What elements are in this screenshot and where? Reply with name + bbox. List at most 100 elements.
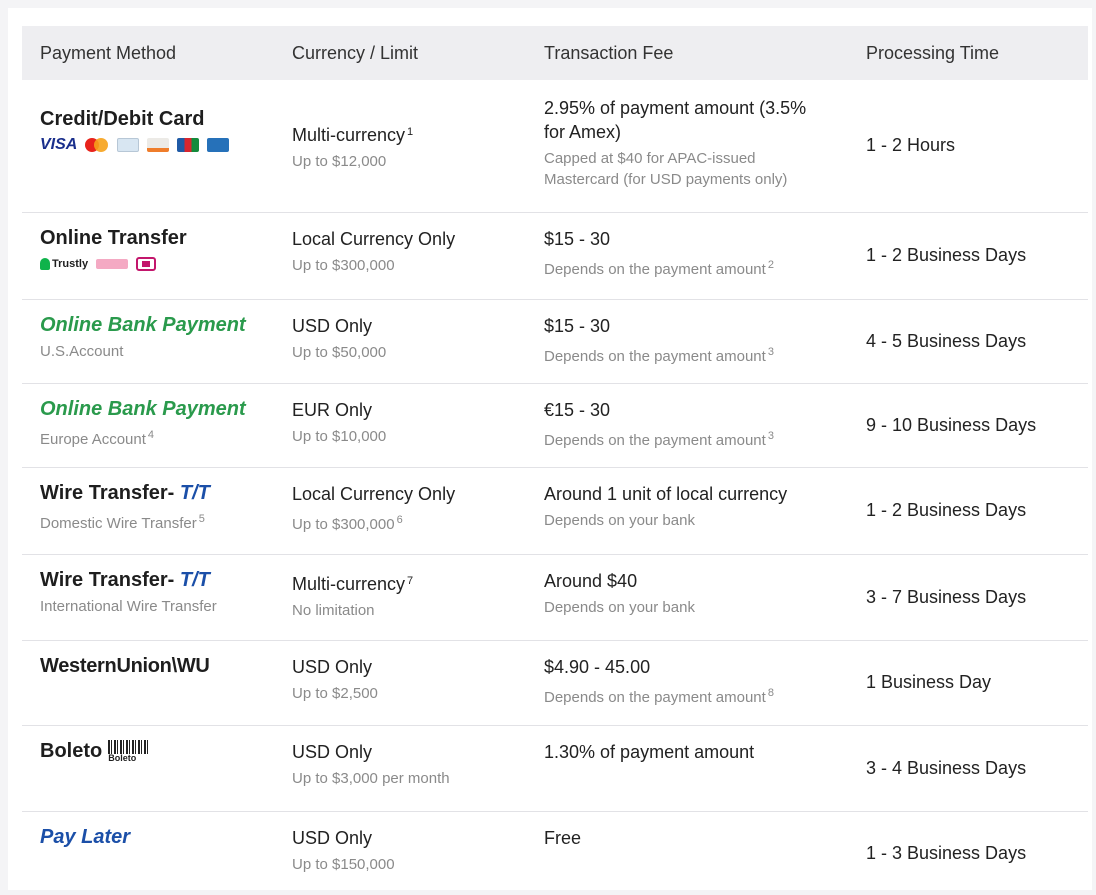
fee-detail: Depends on your bank [544,511,695,529]
table-row: Pay Later USD Only Up to $150,000 Free 1… [22,811,1088,895]
currency-cell: USD Only Up to $3,000 per month [274,725,526,811]
processing-time: 1 - 2 Hours [866,135,956,156]
bank-logos: Trustly [40,254,266,274]
fee-cell: Free [526,811,848,895]
currency-label: Multi-currency [292,125,406,145]
table-row: Wire Transfer- T/T International Wire Tr… [22,554,1088,640]
card-logos: VISA [40,135,266,155]
fee-label: $15 - 30 [544,315,611,336]
method-name: Wire Transfer- [40,481,175,504]
tt-badge: T/T [179,568,210,591]
limit-label: Up to $150,000 [292,855,395,873]
limit-label: Up to $300,000 [292,515,395,533]
payment-methods-panel: Payment Method Currency / Limit Transact… [8,8,1092,890]
western-union-logo: WesternUnion\WU [40,654,210,677]
header-processing-time: Processing Time [866,42,1000,63]
currency-cell: Multi-currency 7 No limitation [274,554,526,640]
processing-time: 1 - 3 Business Days [866,842,1027,863]
method-name: Credit/Debit Card [40,108,205,130]
currency-cell: USD Only Up to $2,500 [274,640,526,725]
method-sub: U.S.Account [40,342,124,360]
method-name: Boleto [40,739,103,762]
footnote-marker: 3 [767,429,774,442]
fee-cell: $15 - 30 Depends on the payment amount 2 [526,212,848,299]
fee-cell: 2.95% of payment amount (3.5% for Amex) … [526,80,848,212]
footnote-marker: 6 [396,513,403,526]
tt-badge: T/T [179,481,210,504]
limit-label: Up to $50,000 [292,343,387,361]
limit-label: Up to $12,000 [292,153,387,170]
footnote-marker: 1 [407,126,414,138]
table-row: Boleto Boleto USD Only Up to $3,000 per m… [22,725,1088,811]
fee-label: $4.90 - 45.00 [544,656,651,677]
amex-card-logo [117,138,140,152]
processing-time: 1 - 2 Business Days [866,245,1027,265]
fee-detail: Depends on the payment amount [544,431,766,449]
method-cell: Online Bank Payment U.S.Account [22,299,274,383]
fee-cell: €15 - 30 Depends on the payment amount 3 [526,383,848,467]
method-name: Wire Transfer- [40,568,175,591]
footnote-marker: 5 [198,512,205,525]
currency-cell: EUR Only Up to $10,000 [274,383,526,467]
discover-logo [147,138,170,152]
table-row: WesternUnion\WU USD Only Up to $2,500 $4… [22,640,1088,725]
method-name: Online Bank Payment [40,397,246,420]
limit-label: Up to $10,000 [292,427,387,445]
currency-label: EUR Only [292,399,373,420]
fee-detail: Depends on the payment amount [544,347,766,365]
currency-label: USD Only [292,827,373,848]
processing-time: 4 - 5 Business Days [866,330,1027,351]
currency-label: USD Only [292,741,373,762]
method-name: Online Transfer [40,226,187,249]
method-cell: Boleto Boleto [22,725,274,811]
currency-label: Multi-currency [292,573,406,594]
currency-label: USD Only [292,656,373,677]
header-currency-limit: Currency / Limit [292,42,419,63]
table-row: Online Bank Payment Europe Account 4 EUR … [22,383,1088,467]
currency-label: USD Only [292,315,373,336]
limit-label: Up to $300,000 [292,256,395,274]
amex-logo [207,138,230,152]
fee-cell: Around $40 Depends on your bank [526,554,848,640]
trustly-logo: Trustly [40,257,88,270]
fee-label: $15 - 30 [544,228,611,249]
limit-label: Up to $2,500 [292,684,378,702]
table-row: Credit/Debit Card VISA Multi-currency 1 U… [22,80,1088,212]
fee-detail: Depends on the payment amount [544,688,766,706]
method-sub: International Wire Transfer [40,597,217,615]
footnote-marker: 8 [767,686,774,699]
fee-cell: $15 - 30 Depends on the payment amount 3 [526,299,848,383]
fee-label: €15 - 30 [544,399,611,420]
footnote-marker: 3 [767,345,774,358]
method-name: Pay Later [40,825,131,848]
method-cell: Credit/Debit Card VISA [22,80,274,212]
currency-label: Local Currency Only [292,228,456,249]
mastercard-logo [85,138,109,152]
method-sub: Domestic Wire Transfer [40,514,197,532]
header-transaction-fee: Transaction Fee [544,42,674,63]
method-cell: Pay Later [22,811,274,895]
processing-time: 9 - 10 Business Days [866,414,1037,435]
method-cell: Online Transfer Trustly [22,212,274,299]
fee-label: 2.95% of payment amount (3.5% for Amex) [544,98,807,142]
payment-methods-table: Payment Method Currency / Limit Transact… [22,26,1088,895]
fee-label: Free [544,827,582,848]
limit-label: No limitation [292,601,375,619]
barcode-icon: Boleto [108,739,149,763]
method-cell: Wire Transfer- T/T International Wire Tr… [22,554,274,640]
fee-detail: Capped at $40 for APAC-issued Mastercard… [544,150,788,188]
method-name: Online Bank Payment [40,313,246,336]
fee-label: 1.30% of payment amount [544,741,755,762]
processing-time: 3 - 7 Business Days [866,586,1027,607]
fee-cell: Around 1 unit of local currency Depends … [526,467,848,554]
fee-detail: Depends on your bank [544,598,695,616]
currency-cell: USD Only Up to $150,000 [274,811,526,895]
klarna-logo [96,258,129,269]
method-sub: Europe Account [40,430,146,448]
visa-logo: VISA [40,136,78,153]
table-row: Online Bank Payment U.S.Account USD Only… [22,299,1088,383]
footnote-marker: 2 [767,258,774,271]
fee-cell: $4.90 - 45.00 Depends on the payment amo… [526,640,848,725]
processing-time: 3 - 4 Business Days [866,757,1027,778]
processing-time: 1 Business Day [866,672,992,692]
